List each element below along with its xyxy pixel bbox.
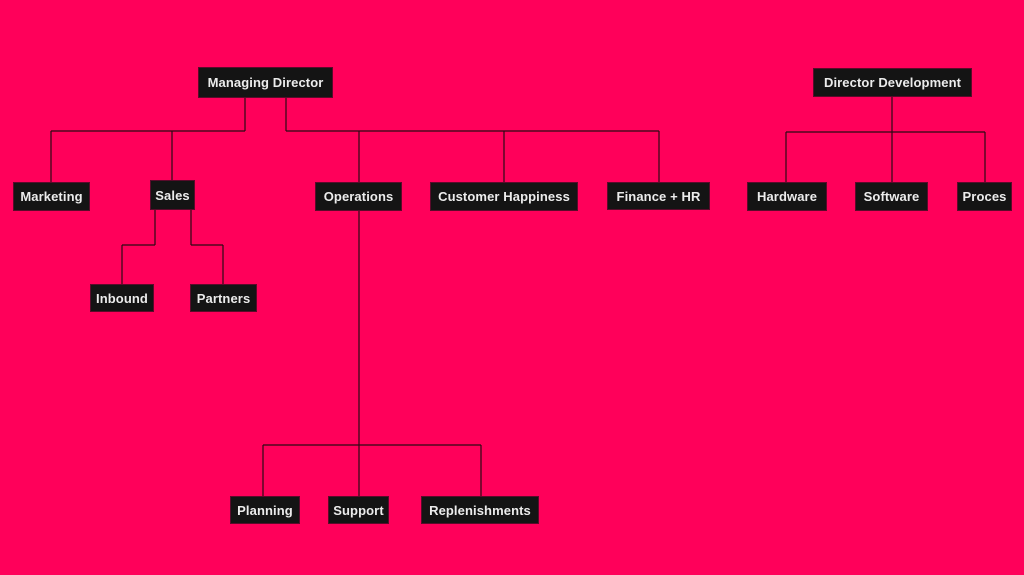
node-software[interactable]: Software [855,182,928,211]
node-sales[interactable]: Sales [150,180,195,210]
node-hardware[interactable]: Hardware [747,182,827,211]
node-replenishments[interactable]: Replenishments [421,496,539,524]
node-marketing[interactable]: Marketing [13,182,90,211]
node-director-development[interactable]: Director Development [813,68,972,97]
node-proces[interactable]: Proces [957,182,1012,211]
node-customer-happiness[interactable]: Customer Happiness [430,182,578,211]
node-planning[interactable]: Planning [230,496,300,524]
node-inbound[interactable]: Inbound [90,284,154,312]
node-operations[interactable]: Operations [315,182,402,211]
node-managing-director[interactable]: Managing Director [198,67,333,98]
node-partners[interactable]: Partners [190,284,257,312]
node-finance-hr[interactable]: Finance + HR [607,182,710,210]
node-support[interactable]: Support [328,496,389,524]
